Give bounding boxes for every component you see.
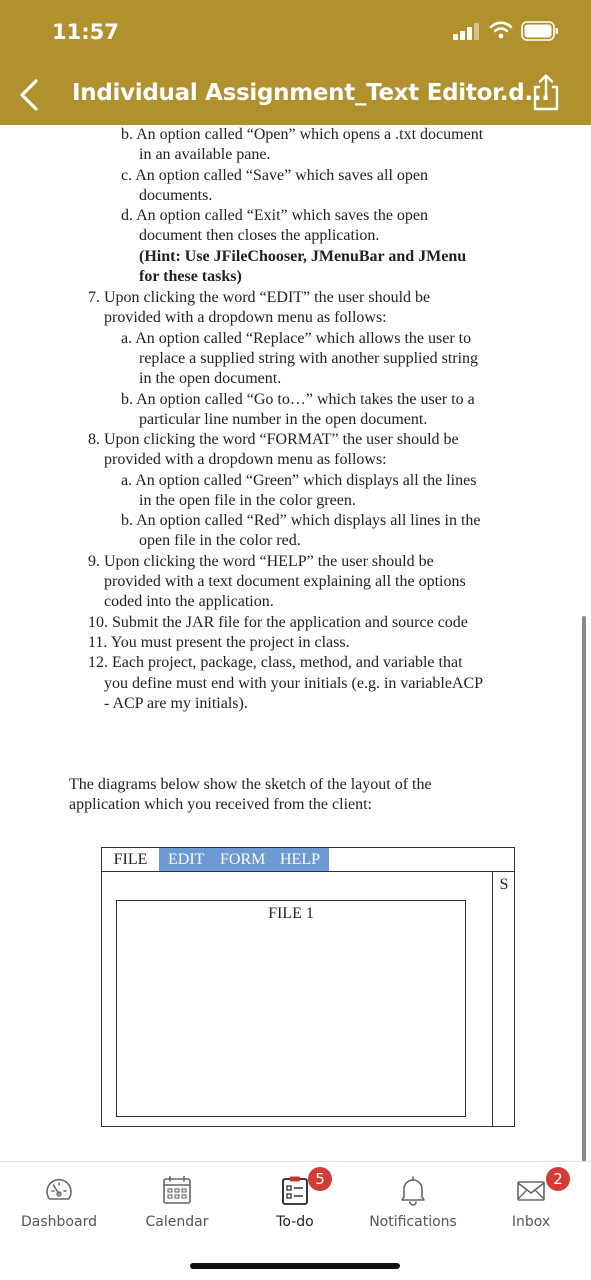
chevron-left-icon [20,79,38,111]
back-button[interactable] [14,78,44,112]
sketch-pane-label: FILE 1 [268,905,314,922]
doc-line: application which you received from the … [69,796,372,813]
doc-hint-line: for these tasks) [139,268,242,285]
sketch-menu-bar: FILE EDIT FORM HELP [102,848,514,872]
document-scrollbar[interactable] [582,616,586,1161]
document-title: Individual Assignment_Text Editor.d... [72,80,550,106]
doc-line: 8. Upon clicking the word “FORMAT” the u… [88,431,459,448]
sketch-scrollbar: S [492,872,514,1126]
status-time: 11:57 [52,20,119,44]
sketch-menu-file: FILE [113,851,148,868]
doc-line: replace a supplied string with another s… [139,350,479,367]
todo-count-badge: 5 [308,1167,332,1191]
doc-line: The diagrams below show the sketch of th… [69,776,432,793]
tab-dashboard-label: Dashboard [21,1214,97,1230]
battery-icon [521,21,558,41]
doc-line: in the open document. [139,370,282,387]
home-indicator[interactable] [190,1263,400,1269]
doc-line: d. An option called “Exit” which saves t… [121,207,429,224]
sketch-menu-form: FORM [220,851,266,868]
tab-notifications[interactable]: Notifications [354,1162,472,1242]
sketch-menu-edit: EDIT [168,851,205,868]
sketch-scroll-label: S [499,876,509,893]
doc-line: b. An option called “Open” which opens a… [121,126,484,143]
sketch-menu-highlight: EDIT FORM HELP [159,848,329,871]
doc-line: b. An option called “Go to…” which takes… [121,391,475,408]
tab-dashboard[interactable]: Dashboard [0,1162,118,1242]
tab-notifications-label: Notifications [369,1214,457,1230]
bell-icon [401,1176,425,1206]
tab-todo[interactable]: 5 To-do [236,1162,354,1242]
sketch-file-pane: FILE 1 [116,900,466,1117]
gauge-icon [46,1178,72,1200]
layout-sketch-figure: FILE EDIT FORM HELP S FILE 1 [101,847,515,1127]
cellular-signal-icon [453,22,481,40]
tab-inbox[interactable]: 2 Inbox [472,1162,590,1242]
doc-line: a. An option called “Replace” which allo… [121,330,472,347]
document-viewer[interactable]: b. An option called “Open” which opens a… [0,125,591,1161]
doc-line: 10. Submit the JAR file for the applicat… [88,614,468,631]
doc-line: particular line number in the open docum… [139,411,428,428]
doc-line: open file in the color red. [139,532,301,549]
doc-line: provided with a text document explaining… [104,573,466,590]
tab-inbox-label: Inbox [511,1214,551,1230]
doc-line: provided with a dropdown menu as follows… [104,309,387,326]
doc-line: b. An option called “Red” which displays… [121,512,481,529]
bottom-tab-bar: Dashboard Calendar 5 To-do Notifications… [0,1161,591,1280]
inbox-count-badge: 2 [546,1167,570,1191]
doc-line: 12. Each project, package, class, method… [88,654,463,671]
tab-calendar[interactable]: Calendar [118,1162,236,1242]
doc-line: document then closes the application. [139,227,380,244]
doc-line: documents. [139,187,213,204]
doc-line: provided with a dropdown menu as follows… [104,451,387,468]
tab-calendar-label: Calendar [145,1214,209,1230]
share-icon [533,74,559,111]
wifi-icon [489,21,513,39]
tab-todo-label: To-do [276,1214,314,1230]
doc-line: in an available pane. [139,146,271,163]
doc-line: 7. Upon clicking the word “EDIT” the use… [88,289,431,306]
doc-line: c. An option called “Save” which saves a… [121,167,429,184]
doc-line: 11. You must present the project in clas… [88,634,350,651]
doc-line: 9. Upon clicking the word “HELP” the use… [88,553,434,570]
share-button[interactable] [530,72,562,112]
envelope-icon [517,1181,545,1201]
doc-line: coded into the application. [104,593,274,610]
doc-line: in the open file in the color green. [139,492,356,509]
sketch-menu-help: HELP [280,851,320,868]
doc-line: you define must end with your initials (… [104,675,484,692]
doc-hint-line: (Hint: Use JFileChooser, JMenuBar and JM… [139,248,467,265]
app-header: 11:57 Individual Assignment_Text Editor.… [0,0,591,125]
doc-line: a. An option called “Green” which displa… [121,472,477,489]
calendar-icon [163,1175,191,1204]
doc-line: - ACP are my initials). [104,695,248,712]
todo-list-icon [282,1176,308,1205]
